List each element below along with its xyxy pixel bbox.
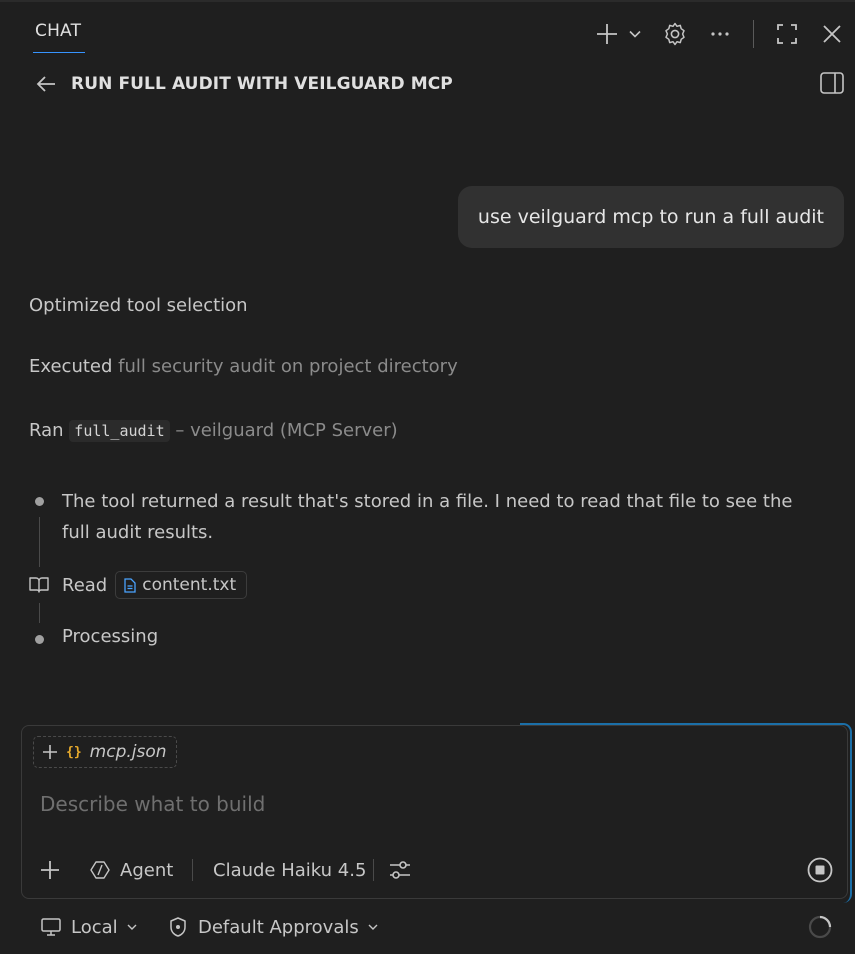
chevron-down-icon — [126, 921, 138, 933]
context-file-name: mcp.json — [89, 742, 167, 762]
tab-chat[interactable]: CHAT — [35, 21, 81, 41]
thought-text: The tool returned a result that's stored… — [62, 491, 793, 543]
gear-icon[interactable] — [661, 20, 689, 48]
approvals-label: Default Approvals — [198, 916, 359, 938]
attach-button[interactable] — [38, 856, 62, 884]
executed-detail: full security audit on project directory — [118, 356, 458, 377]
maximize-icon[interactable] — [773, 20, 801, 48]
mode-label: Agent — [120, 859, 174, 881]
chevron-down-icon[interactable] — [625, 24, 645, 44]
book-icon — [29, 576, 51, 594]
shield-icon — [168, 916, 188, 938]
approvals-picker[interactable]: Default Approvals — [168, 913, 379, 941]
executed-line: Executed full security audit on project … — [29, 356, 458, 377]
timeline-dot — [35, 497, 44, 506]
top-border — [0, 0, 855, 2]
timeline-line — [39, 517, 40, 567]
chat-panel: CHAT RUN FULL AUDIT WITH VEILGUARD MCP u… — [0, 0, 855, 954]
stop-button[interactable] — [806, 856, 834, 884]
ran-detail: – veilguard (MCP Server) — [175, 420, 398, 441]
more-icon[interactable] — [706, 20, 734, 48]
location-label: Local — [71, 916, 118, 938]
loading-spinner-icon — [807, 914, 833, 940]
toolbar-separator — [192, 859, 193, 881]
timeline-line — [39, 603, 40, 623]
executed-label: Executed — [29, 356, 113, 377]
ran-line: Ran full_audit – veilguard (MCP Server) — [29, 420, 398, 442]
context-chip[interactable]: {} mcp.json — [33, 736, 177, 768]
chevron-down-icon — [367, 921, 379, 933]
plus-icon[interactable] — [594, 20, 620, 48]
optimized-tool-selection: Optimized tool selection — [29, 295, 248, 316]
ran-label: Ran — [29, 420, 64, 441]
toolbar-separator — [373, 859, 374, 881]
read-label: Read — [62, 574, 108, 596]
mode-picker[interactable]: Agent — [89, 856, 173, 884]
timeline-dot — [35, 635, 44, 644]
prompt-input[interactable]: Describe what to build — [40, 792, 265, 816]
file-name: content.txt — [142, 575, 237, 595]
back-arrow-icon[interactable] — [33, 71, 59, 97]
model-label: Claude Haiku 4.5 — [213, 859, 367, 881]
chat-title: RUN FULL AUDIT WITH VEILGUARD MCP — [71, 74, 453, 94]
file-chip-content[interactable]: content.txt — [115, 571, 248, 599]
processing-status: Processing — [62, 626, 159, 647]
ran-tool-name: full_audit — [69, 420, 170, 442]
sliders-icon — [390, 861, 410, 879]
read-row: Read content.txt — [29, 570, 248, 600]
title-row: RUN FULL AUDIT WITH VEILGUARD MCP — [33, 68, 453, 100]
json-icon: {} — [66, 744, 82, 760]
model-picker[interactable]: Claude Haiku 4.5 — [213, 856, 366, 884]
stop-icon — [807, 857, 833, 883]
tab-active-indicator — [33, 52, 85, 53]
file-icon — [124, 577, 136, 593]
settings-sliders-button[interactable] — [388, 856, 412, 884]
user-message: use veilguard mcp to run a full audit — [457, 186, 844, 248]
agent-icon — [89, 860, 111, 880]
header-separator — [753, 20, 754, 48]
close-icon[interactable] — [818, 20, 846, 48]
toggle-sidebar-icon[interactable] — [818, 69, 846, 97]
add-context-icon[interactable] — [41, 743, 59, 761]
location-picker[interactable]: Local — [40, 913, 138, 941]
monitor-icon — [40, 917, 62, 937]
plus-icon — [41, 861, 59, 879]
